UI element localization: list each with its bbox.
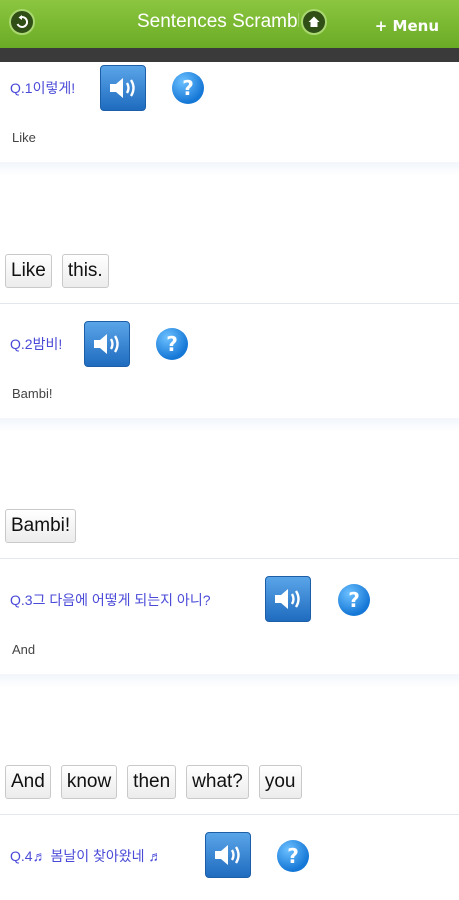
hint-text: Like [12,130,36,145]
question-1-text: Q.1이렇게! [10,78,75,98]
question-2-text: Q.2밤비! [10,334,62,354]
word-tile[interactable]: this. [61,254,109,288]
question-3-text: Q.3그 다음에 어떻게 되는지 아니? [10,590,210,610]
hint-text: And [12,642,36,657]
question-mark-icon: ? [166,332,178,356]
question-number: Q.3 [10,592,33,608]
speaker-icon [275,589,300,609]
page-title: Sentences Scramble [137,11,299,32]
word-tile[interactable]: Bambi! [5,509,77,543]
help-button-q3[interactable]: ? [338,584,370,616]
word-tile[interactable]: then [127,765,177,799]
question-mark-icon: ? [348,588,360,612]
help-button-q2[interactable]: ? [156,328,188,360]
audio-button-q2[interactable] [84,321,130,367]
audio-button-q1[interactable] [100,65,146,111]
help-button-q1[interactable]: ? [172,72,204,104]
menu-button[interactable]: + Menu [375,17,439,35]
answer-word-row-q1: Like this. [5,254,109,288]
question-number: Q.1 [10,80,33,96]
section-separator [0,418,459,432]
question-4-text: Q.4♬ 봄날이 찾아왔네 ♬ [10,846,162,866]
word-tile[interactable]: you [258,765,302,799]
answer-word-row-q2: Bambi! [5,509,77,543]
home-button[interactable] [301,9,327,35]
word-tile[interactable]: And [5,765,51,799]
back-arrow-icon [16,15,29,28]
speaker-icon [110,78,135,98]
section-separator [0,674,459,688]
question-divider [0,814,459,815]
audio-button-q4[interactable] [205,832,251,878]
question-number: Q.2 [10,336,33,352]
hint-text: Bambi! [12,386,53,401]
help-button-q4[interactable]: ? [277,840,309,872]
back-button[interactable] [9,9,35,35]
speaker-icon [94,334,119,354]
question-korean: 밤비! [32,336,63,352]
word-tile[interactable]: know [60,765,118,799]
speaker-icon [215,845,240,865]
word-tile[interactable]: Like [5,254,52,288]
audio-button-q3[interactable] [265,576,311,622]
section-separator [0,162,459,176]
question-divider [0,303,459,304]
answer-word-row-q3: And know then what? you [5,765,302,799]
question-divider [0,558,459,559]
question-korean: 이렇게! [32,80,76,96]
home-icon [308,16,320,27]
header-shadow-bar [0,48,459,62]
question-number: Q.4 [10,848,33,864]
word-tile[interactable]: what? [186,765,249,799]
question-korean: ♬ 봄날이 찾아왔네 ♬ [32,848,163,864]
question-korean: 그 다음에 어떻게 되는지 아니? [32,592,211,608]
question-mark-icon: ? [182,76,194,100]
question-mark-icon: ? [287,844,299,868]
